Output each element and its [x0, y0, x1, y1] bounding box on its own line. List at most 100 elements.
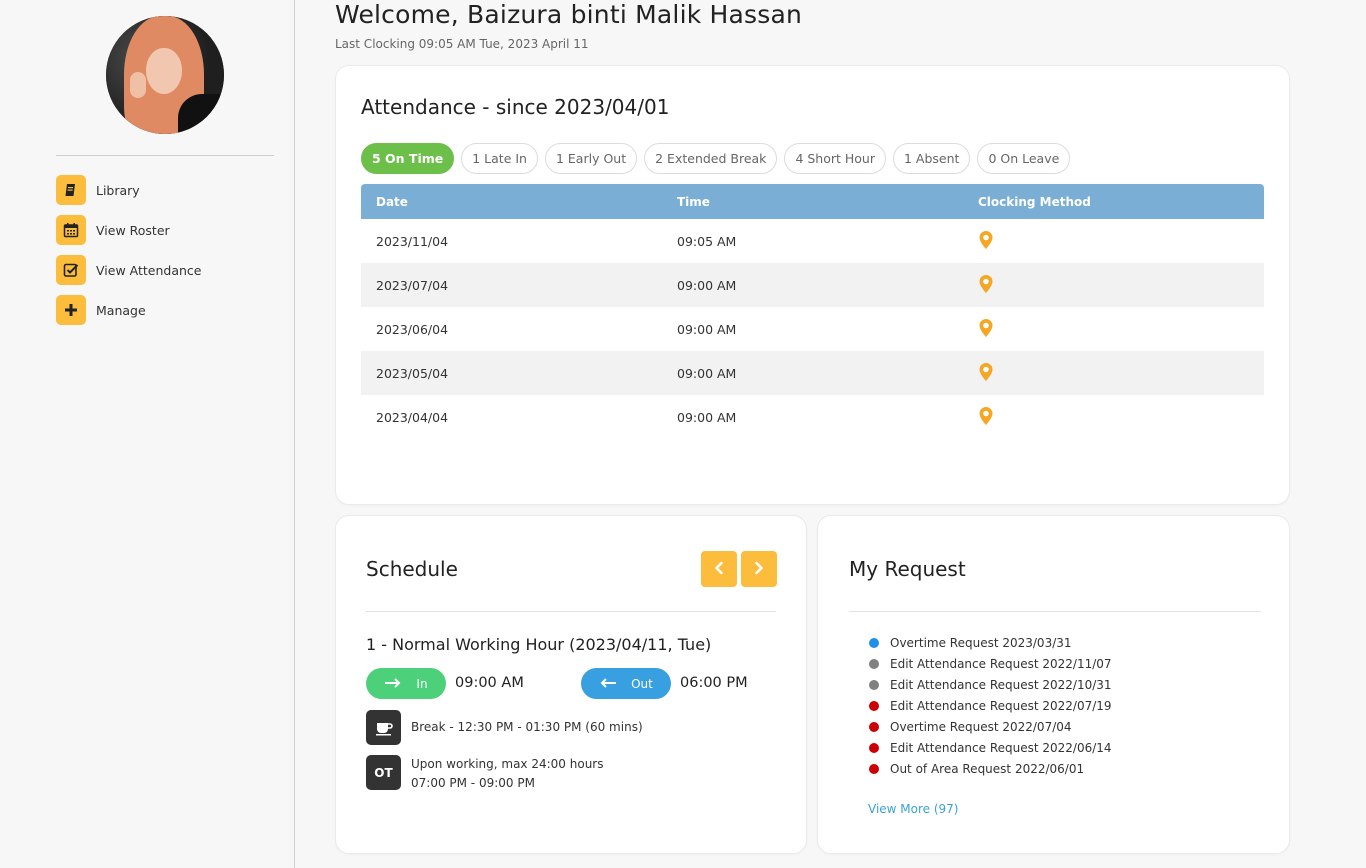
- previous-button[interactable]: [701, 551, 737, 587]
- chevron-left-icon: [712, 560, 726, 579]
- filter-on-leave[interactable]: 0 On Leave: [977, 143, 1071, 174]
- coffee-icon: [366, 710, 401, 745]
- cell-date: 2023/06/04: [376, 321, 449, 337]
- sidebar-item-label: Library: [96, 182, 140, 198]
- in-out-row: In 09:00 AM Out 06:00 PM: [366, 668, 786, 700]
- column-header-time[interactable]: Time: [662, 195, 963, 209]
- request-label: Out of Area Request 2022/06/01: [890, 761, 1085, 776]
- clock-out-badge[interactable]: Out: [581, 668, 671, 699]
- overtime-info: OT Upon working, max 24:00 hours 07:00 P…: [366, 755, 603, 793]
- next-button[interactable]: [741, 551, 777, 587]
- book-icon: [56, 175, 86, 205]
- requests-list: Overtime Request 2023/03/31 Edit Attenda…: [869, 632, 1112, 779]
- filter-short-hour[interactable]: 4 Short Hour: [784, 143, 886, 174]
- requests-card: My Request Overtime Request 2023/03/31 E…: [817, 515, 1290, 854]
- cell-time: 09:05 AM: [677, 233, 737, 249]
- list-item[interactable]: Edit Attendance Request 2022/06/14: [869, 737, 1112, 758]
- location-pin-icon[interactable]: [978, 406, 994, 429]
- list-item[interactable]: Edit Attendance Request 2022/11/07: [869, 653, 1112, 674]
- table-row[interactable]: 2023/06/04 09:00 AM: [361, 307, 1264, 351]
- sidebar-divider: [56, 155, 274, 156]
- sidebar-item-label: View Attendance: [96, 262, 202, 278]
- table-row[interactable]: 2023/11/04 09:05 AM: [361, 219, 1264, 263]
- filter-early-out[interactable]: 1 Early Out: [544, 143, 638, 174]
- attendance-filters: 5 On Time 1 Late In 1 Early Out 2 Extend…: [361, 143, 1071, 174]
- location-pin-icon[interactable]: [978, 274, 994, 297]
- list-item[interactable]: Edit Attendance Request 2022/07/19: [869, 695, 1112, 716]
- attendance-card: Attendance - since 2023/04/01 5 On Time …: [335, 65, 1290, 505]
- request-label: Edit Attendance Request 2022/10/31: [890, 677, 1112, 692]
- requests-divider: [849, 611, 1261, 612]
- status-dot: [869, 721, 879, 732]
- arrow-right-icon: [384, 677, 402, 691]
- list-item[interactable]: Overtime Request 2022/07/04: [869, 716, 1112, 737]
- filter-absent[interactable]: 1 Absent: [893, 143, 971, 174]
- status-dot: [869, 763, 879, 774]
- sidebar-item-view-attendance[interactable]: View Attendance: [56, 255, 201, 285]
- list-item[interactable]: Overtime Request 2023/03/31: [869, 632, 1112, 653]
- status-dot: [869, 658, 879, 669]
- column-header-clocking-method[interactable]: Clocking Method: [963, 195, 1264, 209]
- list-item[interactable]: Edit Attendance Request 2022/10/31: [869, 674, 1112, 695]
- clock-out-time: 06:00 PM: [680, 675, 748, 691]
- cell-time: 09:00 AM: [677, 365, 737, 381]
- attendance-title: Attendance - since 2023/04/01: [361, 95, 670, 119]
- arrow-left-icon: [599, 677, 617, 691]
- sidebar-item-label: Manage: [96, 302, 146, 318]
- request-label: Overtime Request 2023/03/31: [890, 635, 1072, 650]
- clock-in-time: 09:00 AM: [455, 675, 524, 691]
- location-pin-icon[interactable]: [978, 318, 994, 341]
- plus-icon: [56, 295, 86, 325]
- cell-date: 2023/07/04: [376, 277, 449, 293]
- checkbox-icon: [56, 255, 86, 285]
- schedule-card: Schedule 1 - Normal Working Hour (2023/0…: [335, 515, 807, 854]
- chevron-right-icon: [752, 560, 766, 579]
- schedule-title: Schedule: [366, 557, 458, 581]
- column-header-date[interactable]: Date: [361, 195, 662, 209]
- view-more-link[interactable]: View More (97): [868, 802, 959, 816]
- cell-time: 09:00 AM: [677, 321, 737, 337]
- break-info: Break - 12:30 PM - 01:30 PM (60 mins): [366, 710, 643, 745]
- request-label: Edit Attendance Request 2022/07/19: [890, 698, 1112, 713]
- sidebar-item-view-roster[interactable]: View Roster: [56, 215, 201, 245]
- clock-in-label: In: [416, 676, 428, 691]
- status-dot: [869, 679, 879, 690]
- list-item[interactable]: Out of Area Request 2022/06/01: [869, 758, 1112, 779]
- break-text: Break - 12:30 PM - 01:30 PM (60 mins): [411, 720, 643, 734]
- table-row[interactable]: 2023/07/04 09:00 AM: [361, 263, 1264, 307]
- request-label: Edit Attendance Request 2022/11/07: [890, 656, 1112, 671]
- sidebar-nav: Library View Roster View Attendance Mana…: [56, 175, 201, 335]
- status-dot: [869, 700, 879, 711]
- overtime-icon: OT: [366, 755, 401, 790]
- attendance-table: Date Time Clocking Method 2023/11/04 09:…: [361, 184, 1264, 439]
- filter-extended-break[interactable]: 2 Extended Break: [644, 143, 778, 174]
- filter-late-in[interactable]: 1 Late In: [461, 143, 538, 174]
- sidebar: Library View Roster View Attendance Mana…: [0, 0, 295, 868]
- schedule-nav: [701, 551, 777, 587]
- requests-title: My Request: [849, 557, 966, 581]
- location-pin-icon[interactable]: [978, 362, 994, 385]
- overtime-rule: Upon working, max 24:00 hours: [411, 757, 604, 771]
- clock-in-badge[interactable]: In: [366, 668, 446, 699]
- cell-date: 2023/04/04: [376, 409, 449, 425]
- table-row[interactable]: 2023/04/04 09:00 AM: [361, 395, 1264, 439]
- cell-date: 2023/11/04: [376, 233, 449, 249]
- sidebar-item-manage[interactable]: Manage: [56, 295, 201, 325]
- sidebar-item-library[interactable]: Library: [56, 175, 201, 205]
- cell-time: 09:00 AM: [677, 277, 737, 293]
- cell-date: 2023/05/04: [376, 365, 449, 381]
- filter-on-time[interactable]: 5 On Time: [361, 143, 455, 174]
- avatar[interactable]: [106, 16, 224, 134]
- sidebar-item-label: View Roster: [96, 222, 170, 238]
- clock-out-label: Out: [631, 676, 653, 691]
- status-dot: [869, 637, 879, 648]
- cell-time: 09:00 AM: [677, 409, 737, 425]
- shift-title: 1 - Normal Working Hour (2023/04/11, Tue…: [366, 635, 712, 654]
- table-row[interactable]: 2023/05/04 09:00 AM: [361, 351, 1264, 395]
- overtime-hours: 07:00 PM - 09:00 PM: [411, 776, 535, 790]
- request-label: Edit Attendance Request 2022/06/14: [890, 740, 1112, 755]
- request-label: Overtime Request 2022/07/04: [890, 719, 1072, 734]
- last-clocking-text: Last Clocking 09:05 AM Tue, 2023 April 1…: [335, 37, 589, 51]
- location-pin-icon[interactable]: [978, 230, 994, 253]
- table-header: Date Time Clocking Method: [361, 184, 1264, 219]
